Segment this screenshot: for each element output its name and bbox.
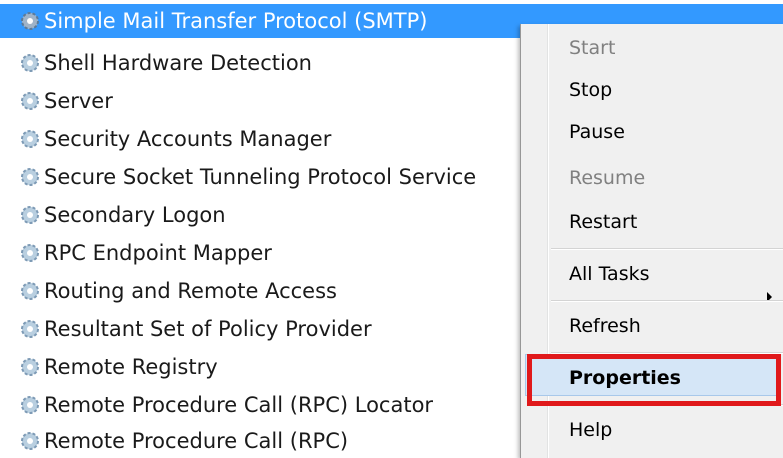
- service-name: Remote Registry: [44, 355, 218, 379]
- gear-icon: [21, 320, 39, 338]
- gear-icon: [21, 396, 39, 414]
- service-row[interactable]: Shell Hardware Detection: [0, 46, 520, 80]
- menu-separator: [551, 300, 783, 302]
- gear-icon: [21, 130, 39, 148]
- annotation-highlight-box: [527, 354, 781, 406]
- gear-icon: [21, 282, 39, 300]
- menu-item-pause[interactable]: Pause: [569, 112, 625, 152]
- menu-item-restart[interactable]: Restart: [569, 202, 637, 242]
- service-name: Resultant Set of Policy Provider: [44, 317, 372, 341]
- service-name: Server: [44, 89, 113, 113]
- service-name: Secure Socket Tunneling Protocol Service: [44, 165, 477, 189]
- service-row[interactable]: RPC Endpoint Mapper: [0, 236, 520, 270]
- service-name: Remote Procedure Call (RPC) Locator: [44, 393, 434, 417]
- gear-icon: [21, 358, 39, 376]
- menu-item-resume[interactable]: Resume: [569, 158, 645, 198]
- service-name: Shell Hardware Detection: [44, 51, 312, 75]
- service-row[interactable]: Remote Procedure Call (RPC): [0, 424, 520, 458]
- service-name: Remote Procedure Call (RPC): [44, 429, 349, 453]
- service-row[interactable]: Secondary Logon: [0, 198, 520, 232]
- service-row[interactable]: Remote Procedure Call (RPC) Locator: [0, 388, 520, 422]
- service-name: Simple Mail Transfer Protocol (SMTP): [44, 9, 428, 33]
- gear-icon: [21, 168, 39, 186]
- service-name: Routing and Remote Access: [44, 279, 337, 303]
- gear-icon: [21, 432, 39, 450]
- menu-item-help[interactable]: Help: [569, 410, 612, 450]
- menu-item-refresh[interactable]: Refresh: [569, 306, 641, 346]
- menu-item-start[interactable]: Start: [569, 28, 615, 68]
- service-row[interactable]: Resultant Set of Policy Provider: [0, 312, 520, 346]
- menu-separator: [551, 248, 783, 250]
- gear-icon: [21, 92, 39, 110]
- gear-icon: [21, 54, 39, 72]
- service-row[interactable]: Secure Socket Tunneling Protocol Service: [0, 160, 520, 194]
- service-row[interactable]: Security Accounts Manager: [0, 122, 520, 156]
- menu-item-stop[interactable]: Stop: [569, 70, 612, 110]
- menu-item-all-tasks[interactable]: All Tasks: [569, 254, 650, 294]
- service-row[interactable]: Server: [0, 84, 520, 118]
- service-name: Secondary Logon: [44, 203, 226, 227]
- gear-icon: [21, 12, 39, 30]
- service-row[interactable]: Remote Registry: [0, 350, 520, 384]
- service-name: Security Accounts Manager: [44, 127, 332, 151]
- gear-icon: [21, 244, 39, 262]
- gear-icon: [21, 206, 39, 224]
- service-row[interactable]: Routing and Remote Access: [0, 274, 520, 308]
- service-name: RPC Endpoint Mapper: [44, 241, 272, 265]
